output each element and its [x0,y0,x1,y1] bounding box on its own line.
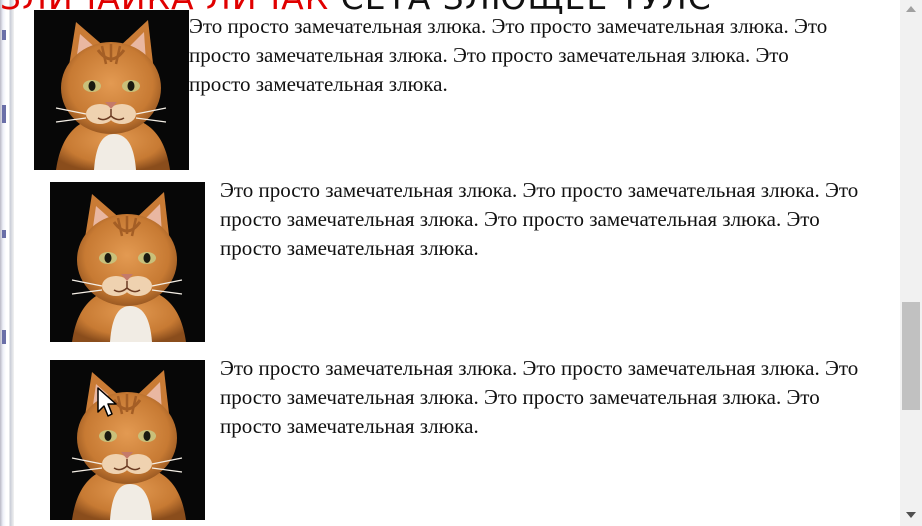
post-text: Это просто замечательная злюка. Это прос… [220,178,859,260]
cat-icon [50,182,205,342]
scroll-up-arrow-icon[interactable] [906,6,916,12]
cat-photo[interactable] [50,182,205,342]
mouse-cursor-icon [97,387,117,417]
cat-photo[interactable] [50,360,205,520]
vertical-scrollbar[interactable] [900,0,922,526]
edge-marker [2,30,6,40]
cat-photo[interactable] [34,10,189,170]
cat-icon [50,360,205,520]
post-text: Это просто замечательная злюка. Это прос… [189,14,828,96]
edge-marker [2,105,6,123]
scrollbar-thumb[interactable] [902,302,920,410]
cat-icon [34,10,189,170]
edge-marker [2,230,6,238]
edge-marker [2,330,6,344]
post-text: Это просто замечательная злюка. Это прос… [220,356,859,438]
scroll-down-arrow-icon[interactable] [906,512,916,518]
window-left-edge [0,0,14,526]
